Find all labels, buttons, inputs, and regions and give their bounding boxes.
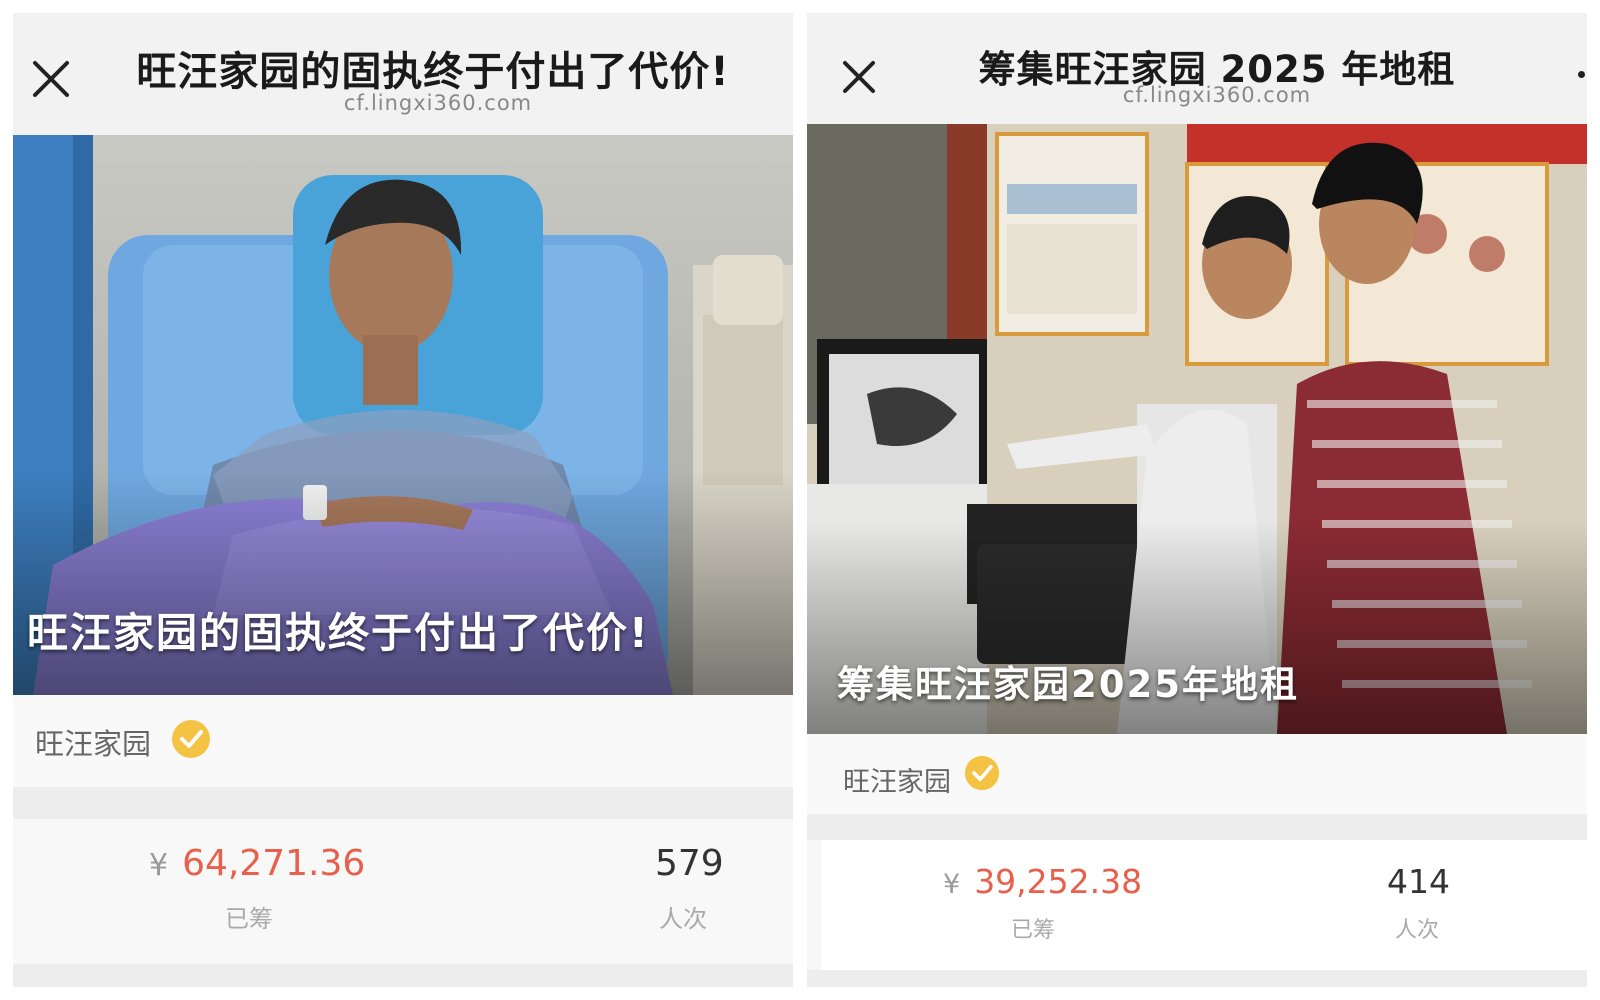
amount-label: 已筹 bbox=[225, 905, 273, 933]
page-domain: cf.lingxi360.com bbox=[1122, 83, 1312, 107]
organizer-row[interactable]: 旺汪家园 bbox=[807, 734, 1587, 814]
amount-value: 39,252.38 bbox=[974, 862, 1143, 901]
stats-panel: ¥64,271.36 已筹 579 人次 bbox=[13, 819, 793, 964]
section-divider bbox=[13, 964, 793, 987]
section-divider bbox=[807, 970, 1587, 987]
page-domain: cf.lingxi360.com bbox=[343, 91, 533, 115]
hero-caption: 旺汪家园的固执终于付出了代价! bbox=[27, 609, 650, 657]
page-header: 筹集旺汪家园 2025 年地租 cf.lingxi360.com bbox=[807, 13, 1587, 124]
donor-count: 414 bbox=[1387, 862, 1450, 901]
hero-image[interactable]: 旺汪家园的固执终于付出了代价! bbox=[13, 135, 793, 695]
donor-count-label: 人次 bbox=[659, 905, 707, 933]
hero-caption: 筹集旺汪家园2025年地租 bbox=[837, 663, 1299, 706]
clinic-xray-photo bbox=[807, 124, 1587, 734]
organizer-name: 旺汪家园 bbox=[843, 767, 951, 798]
stats-panel: ¥39,252.38 已筹 414 人次 bbox=[821, 840, 1587, 970]
section-divider bbox=[807, 814, 1587, 840]
amount-raised: ¥64,271.36 bbox=[149, 843, 365, 884]
page-title: 旺汪家园的固执终于付出了代价! bbox=[136, 49, 730, 95]
organizer-row[interactable]: 旺汪家园 bbox=[13, 695, 793, 787]
currency-symbol: ¥ bbox=[149, 848, 169, 883]
amount-raised: ¥39,252.38 bbox=[943, 862, 1142, 901]
fundraiser-card-right: 筹集旺汪家园 2025 年地租 cf.lingxi360.com 筹集旺汪家园2… bbox=[807, 13, 1587, 987]
section-divider bbox=[13, 787, 793, 819]
more-menu-icon[interactable] bbox=[1578, 71, 1585, 78]
page-header: 旺汪家园的固执终于付出了代价! cf.lingxi360.com bbox=[13, 13, 793, 135]
amount-value: 64,271.36 bbox=[182, 843, 366, 884]
donor-count: 579 bbox=[655, 843, 724, 884]
hero-image[interactable]: 筹集旺汪家园2025年地租 bbox=[807, 124, 1587, 734]
donor-count-label: 人次 bbox=[1395, 918, 1440, 943]
verified-check-icon bbox=[964, 755, 1000, 791]
organizer-name: 旺汪家园 bbox=[35, 727, 152, 761]
verified-check-icon bbox=[172, 720, 210, 758]
amount-label: 已筹 bbox=[1011, 918, 1056, 943]
fundraiser-card-left: 旺汪家园的固执终于付出了代价! cf.lingxi360.com 旺汪家园的固执… bbox=[13, 13, 793, 987]
currency-symbol: ¥ bbox=[943, 869, 961, 900]
